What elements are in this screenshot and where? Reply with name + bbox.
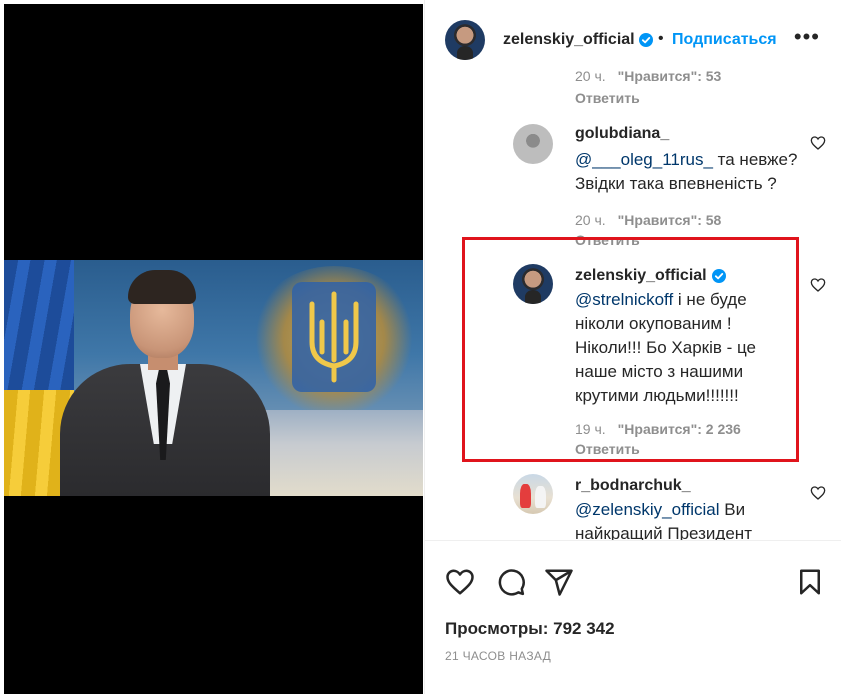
- comment-mention[interactable]: @strelnickoff: [575, 290, 673, 309]
- comment-text: @zelenskiy_official Ви найкращий Президе…: [575, 498, 800, 540]
- commenter-avatar[interactable]: [513, 264, 553, 304]
- comment-meta: 20 ч. "Нравится": 58: [575, 212, 721, 228]
- verified-badge-icon: [712, 269, 726, 283]
- like-comment-heart-icon[interactable]: [810, 277, 826, 293]
- commenter-username[interactable]: zelenskiy_official: [575, 267, 707, 285]
- reply-button[interactable]: Ответить: [575, 90, 640, 106]
- speaker-image: [60, 260, 270, 496]
- comment-time: 20 ч.: [575, 70, 606, 84]
- comment-time: 20 ч.: [575, 212, 606, 228]
- commenter-username[interactable]: r_bodnarchuk_: [575, 477, 691, 495]
- reply-button[interactable]: Ответить: [575, 441, 640, 457]
- commenter-avatar[interactable]: [513, 124, 553, 164]
- follow-button[interactable]: Подписаться: [672, 31, 777, 49]
- bookmark-icon[interactable]: [795, 567, 825, 597]
- commenter-username[interactable]: golubdiana_: [575, 125, 669, 143]
- post-media[interactable]: [4, 4, 423, 694]
- comment-icon[interactable]: [496, 567, 526, 597]
- comment-meta: 19 ч. "Нравится": 2 236: [575, 421, 741, 437]
- comment-meta: 20 ч. "Нравится": 53: [575, 70, 721, 84]
- comment-mention[interactable]: @___oleg_11rus_: [575, 150, 713, 169]
- commenter-avatar[interactable]: [513, 474, 553, 514]
- comment-likes[interactable]: "Нравится": 58: [618, 212, 722, 228]
- comment-time: 19 ч.: [575, 421, 606, 437]
- trident-image: [292, 282, 376, 392]
- post-actions-bar: Просмотры: 792 342 21 ЧАСОВ НАЗАД: [425, 540, 841, 694]
- comments-list[interactable]: 20 ч. "Нравится": 53 Ответить golubdiana_…: [425, 70, 841, 540]
- comment-mention[interactable]: @zelenskiy_official: [575, 500, 720, 519]
- video-frame[interactable]: [4, 260, 423, 496]
- author-avatar[interactable]: [445, 20, 485, 60]
- comment-likes[interactable]: "Нравится": 53: [618, 70, 722, 84]
- view-count[interactable]: Просмотры: 792 342: [445, 619, 615, 639]
- separator-dot: •: [658, 30, 664, 47]
- comment-text: @___oleg_11rus_ та невже? Звідки така вп…: [575, 148, 800, 196]
- reply-button[interactable]: Ответить: [575, 232, 640, 248]
- post-header: zelenskiy_official • Подписаться •••: [425, 0, 841, 70]
- verified-badge-icon: [639, 33, 653, 47]
- post-side-panel: zelenskiy_official • Подписаться ••• 20 …: [424, 0, 841, 694]
- like-comment-heart-icon[interactable]: [810, 135, 826, 151]
- like-comment-heart-icon[interactable]: [810, 485, 826, 501]
- share-icon[interactable]: [544, 567, 574, 597]
- comment-likes[interactable]: "Нравится": 2 236: [618, 421, 741, 437]
- author-username[interactable]: zelenskiy_official: [503, 31, 635, 49]
- comment-text: @strelnickoff і не буде ніколи окуповани…: [575, 288, 775, 408]
- more-options-icon[interactable]: •••: [794, 26, 820, 48]
- post-timestamp[interactable]: 21 ЧАСОВ НАЗАД: [445, 649, 551, 663]
- like-heart-icon[interactable]: [445, 567, 475, 597]
